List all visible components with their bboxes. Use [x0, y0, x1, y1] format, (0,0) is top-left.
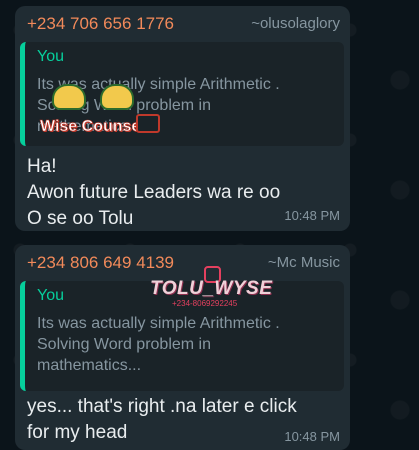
logo-icon	[52, 84, 134, 110]
message-text: Ha! Awon future Leaders wa re oo O se oo…	[27, 156, 281, 229]
tv-badge-icon	[136, 114, 160, 133]
message-text: yes... that's right .na later e click fo…	[27, 396, 297, 443]
quoted-author: You	[37, 48, 64, 65]
quoted-text: Its was actually simple Arithmetic . Sol…	[37, 315, 280, 374]
watermark-phone: +234-8069292245	[172, 299, 238, 308]
watermark-name: TOLU_WYSE	[150, 278, 273, 299]
tolu-wyse-watermark: TOLU_WYSE +234-8069292245	[150, 266, 285, 308]
message-time: 10:48 PM	[284, 429, 340, 444]
watermark-label: Wise Counsel	[40, 118, 145, 136]
sender-alias: ~olusolaglory	[251, 15, 340, 32]
wise-counsel-watermark: Wise Counsel	[40, 84, 160, 142]
message-time: 10:48 PM	[284, 208, 340, 223]
sender-phone[interactable]: +234 706 656 1776	[27, 14, 174, 34]
